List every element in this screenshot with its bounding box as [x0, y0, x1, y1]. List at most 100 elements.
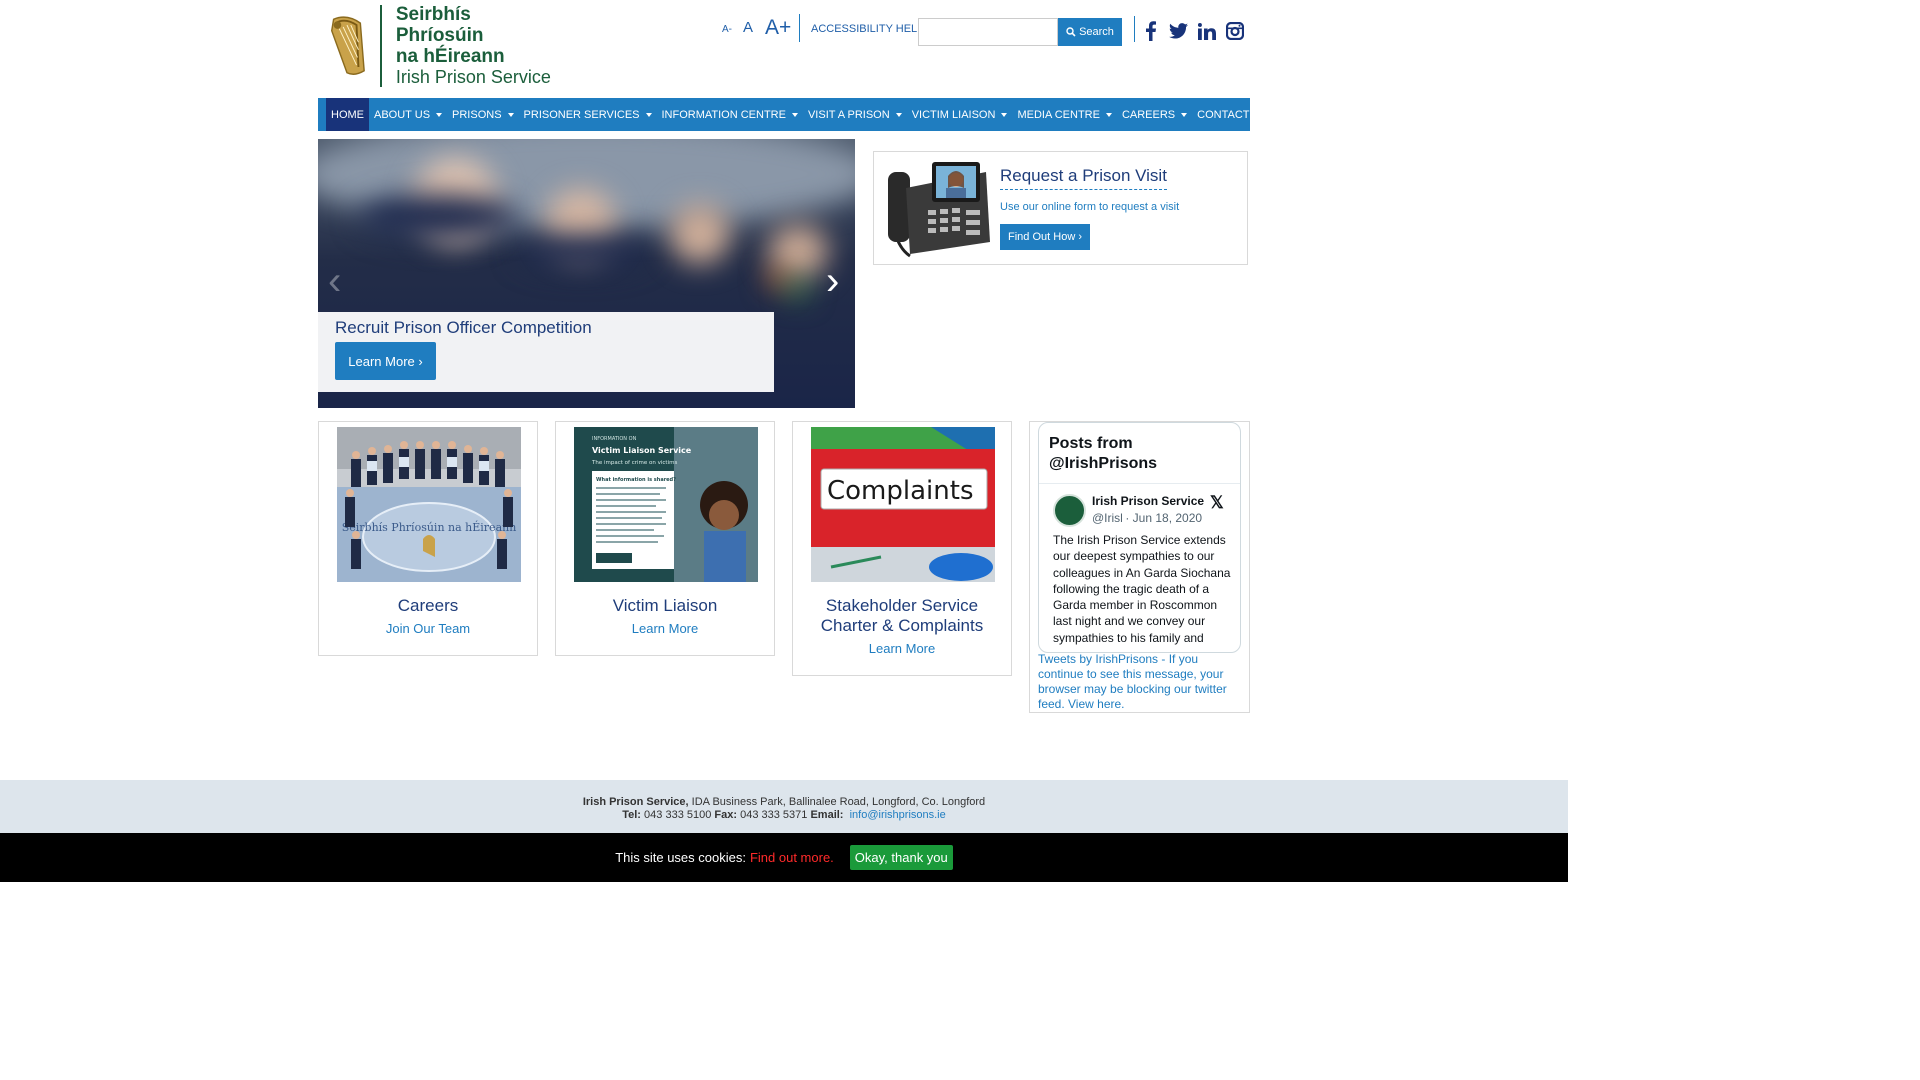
caret-down-icon [1001, 112, 1008, 117]
cookie-accept-button[interactable]: Okay, thank you [849, 845, 953, 870]
nav-item-information-centre[interactable]: INFORMATION CENTRE [657, 98, 803, 131]
footer-tel: 043 333 5100 [644, 809, 712, 821]
instagram-link[interactable] [1224, 20, 1246, 42]
search-icon [1066, 27, 1076, 37]
carousel-learn-more-button[interactable]: Learn More › [335, 342, 436, 380]
hero-image-cap [518, 234, 648, 269]
accessibility-help-link[interactable]: ACCESSIBILITY HELP [811, 23, 925, 35]
find-out-how-button[interactable]: Find Out How › [1000, 224, 1090, 250]
complaints-card[interactable]: Complaints Stakeholder Service Charter &… [792, 421, 1012, 676]
instagram-icon [1226, 22, 1244, 40]
search-button[interactable]: Search [1058, 18, 1122, 46]
complaints-link[interactable]: Learn More [793, 641, 1011, 656]
nav-item-victim-liaison[interactable]: VICTIM LIAISON [907, 98, 1013, 131]
header-separator [799, 14, 800, 42]
twitter-heading: Posts from @IrishPrisons [1049, 435, 1158, 472]
visit-subtitle-link[interactable]: Use our online form to request a visit [1000, 201, 1179, 213]
twitter-bird-icon [1168, 23, 1188, 39]
nav-item-label: CAREERS [1121, 108, 1176, 121]
victim-image-subheading: The impact of crime on victims [591, 460, 677, 466]
footer-email-link[interactable]: info@irishprisons.ie [850, 809, 946, 821]
footer-email-label: Email: [810, 809, 844, 821]
footer-contact: Tel: 043 333 5100 Fax: 043 333 5371 Emai… [0, 809, 1568, 821]
caret-down-icon [895, 112, 902, 117]
caret-down-icon [1105, 112, 1112, 117]
cookie-banner: This site uses cookies: Find out more. O… [0, 833, 1568, 882]
twitter-account-name[interactable]: Irish Prison Service [1092, 494, 1205, 508]
linkedin-icon [1198, 22, 1216, 40]
desk-phone-icon [888, 162, 990, 258]
nav-item-label: HOME [331, 108, 364, 121]
nav-item-label: VICTIM LIAISON [911, 108, 996, 121]
footer-fax-label: Fax: [714, 809, 738, 821]
cookie-find-out-more-link[interactable]: Find out more. [750, 850, 834, 865]
facebook-icon [1146, 21, 1156, 41]
linkedin-link[interactable] [1197, 20, 1217, 42]
site-footer: Irish Prison Service, IDA Business Park,… [0, 780, 1568, 833]
logo-english-name: Irish Prison Service [395, 67, 551, 87]
hero-carousel[interactable]: ‹ › Recruit Prison Officer Competition L… [318, 139, 855, 408]
caret-down-icon [436, 112, 443, 117]
nav-item-label: ABOUT US [374, 108, 431, 121]
twitter-handle[interactable]: @IrishPrisons [1092, 511, 1122, 525]
victim-liaison-link[interactable]: Learn More [556, 621, 774, 636]
nav-item-home[interactable]: HOME [326, 98, 369, 131]
hero-image-cap [358, 194, 518, 239]
nav-item-label: VISIT A PRISON [807, 108, 890, 121]
logo-divider [379, 5, 382, 87]
caret-down-icon [1181, 112, 1188, 117]
complaints-title: Stakeholder Service Charter & Complaints [820, 596, 984, 635]
header-separator [1134, 16, 1135, 42]
nav-item-about-us[interactable]: ABOUT US [369, 98, 447, 131]
twitter-widget: Posts from @IrishPrisons Irish Prison Se… [1029, 421, 1250, 713]
nav-item-label: PRISONER SERVICES [523, 108, 640, 121]
twitter-link[interactable] [1168, 20, 1188, 42]
site-logo[interactable]: Seirbhís Phríosúin na hÉireann Irish Pri… [326, 4, 556, 88]
nav-item-label: CONTACT [1197, 108, 1250, 121]
text-size-increase[interactable]: A+ [765, 16, 791, 40]
victim-image-heading: Victim Liaison Service [592, 446, 692, 455]
footer-org: Irish Prison Service, [582, 796, 689, 808]
footer-address: Irish Prison Service, IDA Business Park,… [0, 796, 1568, 808]
nav-item-contact[interactable]: CONTACT [1192, 98, 1254, 131]
complaints-image: Complaints [811, 427, 995, 582]
twitter-avatar[interactable] [1053, 494, 1086, 527]
text-size-decrease[interactable]: A- [722, 24, 732, 35]
victim-image-box-title: What information is shared? [596, 477, 676, 483]
request-visit-panel: Request a Prison Visit Use our online fo… [873, 151, 1248, 265]
victim-liaison-image: INFORMATION ON Victim Liaison Service Th… [574, 427, 758, 582]
logo-text: Seirbhís Phríosúin na hÉireann Irish Pri… [396, 4, 556, 88]
twitter-fallback-link[interactable]: Tweets by IrishPrisons - If you continue… [1038, 652, 1243, 712]
carousel-title: Recruit Prison Officer Competition [335, 318, 592, 337]
footer-fax: 043 333 5371 [740, 809, 808, 821]
careers-seal-text: Seirbhís Phríosúin na hÉireann [342, 520, 517, 534]
text-size-default[interactable]: A [743, 19, 753, 36]
facebook-link[interactable] [1144, 20, 1158, 42]
main-navigation: HOME ABOUT US PRISONS PRISONER SERVICES INFO… [318, 98, 1250, 131]
logo-irish-name-1: Seirbhís Phríosúin [395, 4, 484, 46]
footer-tel-label: Tel: [622, 809, 641, 821]
nav-item-label: MEDIA CENTRE [1017, 108, 1100, 121]
nav-item-media-centre[interactable]: MEDIA CENTRE [1012, 98, 1117, 131]
nav-item-visit-a-prison[interactable]: VISIT A PRISON [803, 98, 907, 131]
nav-item-prisons[interactable]: PRISONS [447, 98, 519, 131]
x-logo-icon[interactable]: 𝕏 [1210, 493, 1224, 513]
victim-liaison-title: Victim Liaison [612, 596, 718, 615]
victim-image-small-label: INFORMATION ON [592, 436, 637, 442]
hero-image-badge [768, 269, 788, 289]
carousel-prev-icon[interactable]: ‹ [328, 261, 341, 301]
careers-title: Careers [397, 596, 459, 615]
search-input[interactable] [918, 18, 1058, 46]
hero-image-badge [788, 279, 808, 299]
careers-link[interactable]: Join Our Team [319, 621, 537, 636]
logo-irish-name-2: na hÉireann [395, 46, 505, 67]
twitter-date[interactable]: · Jun 18, 2020 [1125, 511, 1202, 525]
careers-card[interactable]: Seirbhís Phríosúin na hÉireann Careers J… [318, 421, 538, 656]
nav-item-prisoner-services[interactable]: PRISONER SERVICES [519, 98, 657, 131]
nav-item-careers[interactable]: CAREERS [1117, 98, 1192, 131]
carousel-next-icon[interactable]: › [826, 261, 839, 301]
victim-liaison-card[interactable]: INFORMATION ON Victim Liaison Service Th… [555, 421, 775, 656]
twitter-embed[interactable]: Posts from @IrishPrisons Irish Prison Se… [1038, 422, 1241, 653]
nav-item-label: PRISONS [452, 108, 502, 121]
caret-down-icon [645, 112, 652, 117]
